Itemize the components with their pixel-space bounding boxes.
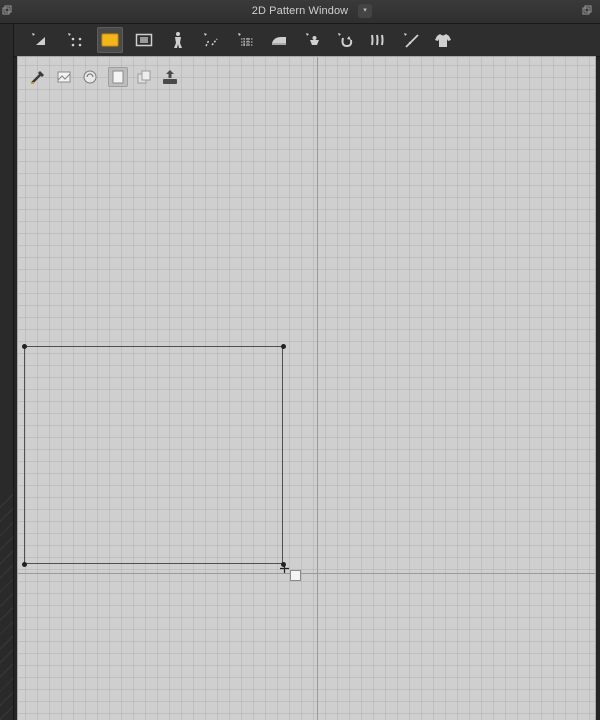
- pattern-window: 2D Pattern Window ▾: [0, 0, 600, 720]
- measure-line-icon[interactable]: [398, 27, 424, 53]
- rectangle-tool-icon[interactable]: [97, 27, 123, 53]
- layer-tool-icon[interactable]: [108, 67, 128, 87]
- texture-tool-icon[interactable]: [54, 67, 74, 87]
- pattern-point-bottom-left[interactable]: [22, 562, 27, 567]
- undock-window-icon[interactable]: [582, 5, 592, 15]
- crosshair-cursor-icon: [280, 560, 289, 573]
- layer-duplicate-icon[interactable]: [134, 67, 154, 87]
- fold-arrangement-icon[interactable]: [165, 27, 191, 53]
- adjacent-3d-panel-edge: [0, 24, 14, 720]
- garment-icon[interactable]: [430, 27, 456, 53]
- window-title: 2D Pattern Window: [251, 5, 349, 17]
- horizontal-center-axis: [18, 573, 595, 574]
- adjacent-3d-grid: [0, 494, 13, 720]
- texture-edit-icon[interactable]: [80, 67, 100, 87]
- vertical-center-axis: [317, 57, 318, 720]
- edit-sewing-icon[interactable]: [232, 27, 258, 53]
- transform-pattern-icon[interactable]: [26, 27, 52, 53]
- iron-icon[interactable]: [266, 27, 292, 53]
- rectangle-cursor-icon: [290, 570, 301, 581]
- pattern-canvas[interactable]: [17, 56, 596, 720]
- draw-tool-icon[interactable]: [28, 67, 48, 87]
- pattern-point-top-left[interactable]: [22, 344, 27, 349]
- internal-rectangle-icon[interactable]: [131, 27, 157, 53]
- pattern-point-top-right[interactable]: [281, 344, 286, 349]
- window-title-bar[interactable]: 2D Pattern Window ▾: [0, 0, 600, 24]
- tack-icon[interactable]: [332, 27, 358, 53]
- segment-sewing-icon[interactable]: [198, 27, 224, 53]
- rectangle-pattern[interactable]: [24, 346, 283, 564]
- elastic-icon[interactable]: [364, 27, 390, 53]
- edit-point-icon[interactable]: [62, 27, 88, 53]
- pattern-toolbar: [14, 24, 600, 57]
- window-menu-dropdown-icon[interactable]: ▾: [358, 4, 372, 18]
- pin-icon[interactable]: [300, 27, 326, 53]
- export-icon[interactable]: [160, 67, 180, 87]
